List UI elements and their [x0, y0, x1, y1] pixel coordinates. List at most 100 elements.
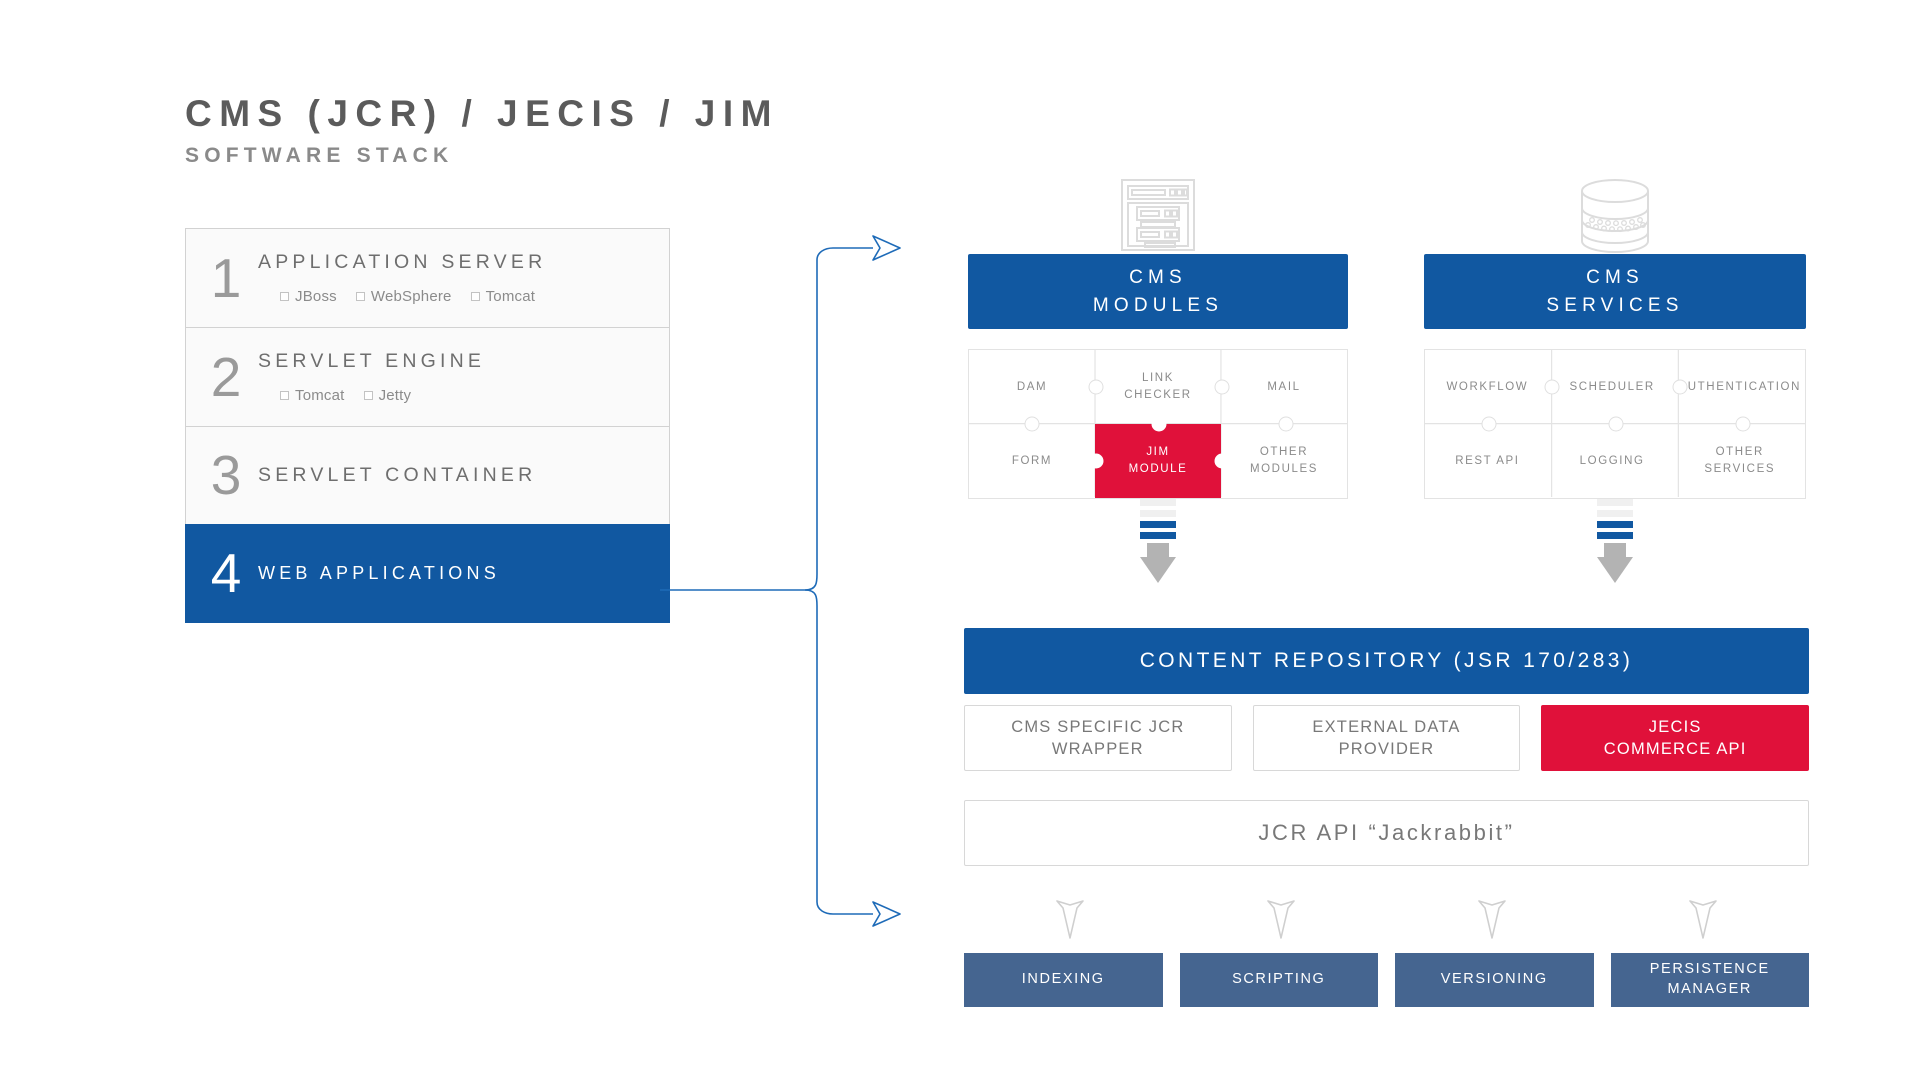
stack-item-options: Tomcat Jetty [258, 387, 659, 404]
stack-item-label: SERVLET CONTAINER [258, 464, 537, 486]
service-cell-scheduler[interactable]: SCHEDULER [1550, 350, 1675, 424]
module-cell-mail[interactable]: MAIL [1221, 350, 1347, 424]
checkbox-icon[interactable] [355, 292, 365, 301]
service-cell-rest-api[interactable]: REST API [1425, 424, 1550, 498]
content-repository-bar: CONTENT REPOSITORY (JSR 170/283) [964, 628, 1809, 694]
stack-item-servlet-container[interactable]: 3 SERVLET CONTAINER [185, 426, 670, 524]
option-jetty[interactable]: Jetty [363, 387, 412, 404]
bottom-box-label: PERSISTENCE MANAGER [1649, 961, 1770, 997]
server-rack-icon [1113, 178, 1203, 257]
service-cell-authentication[interactable]: AUTHENTICATION [1675, 350, 1806, 424]
checkbox-icon[interactable] [363, 391, 373, 400]
cell-label: LINK CHECKER [1124, 372, 1192, 401]
chevron-down-outline-icon [1478, 900, 1506, 939]
checkbox-icon[interactable] [280, 391, 289, 400]
module-cell-dam[interactable]: DAM [969, 350, 1095, 424]
option-jboss[interactable]: JBoss [280, 288, 337, 305]
checkbox-icon[interactable] [280, 292, 289, 301]
option-websphere[interactable]: WebSphere [355, 288, 452, 305]
bottom-box-scripting[interactable]: SCRIPTING [1179, 953, 1378, 1007]
module-cell-jim-module[interactable]: JIM MODULE [1095, 424, 1221, 498]
cell-label: REST API [1455, 454, 1520, 467]
modules-grid: DAM LINK CHECKER MAIL FORM JIM MODULE OTHE… [968, 349, 1348, 499]
stack-item-application-server[interactable]: 1 APPLICATION SERVER JBoss WebSphere Tom… [185, 228, 670, 327]
title-subtitle: SOFTWARE STACK [185, 144, 454, 167]
panel-title-line2: SERVICES [1546, 294, 1684, 316]
chevron-down-outline-icon [1055, 900, 1084, 939]
option-label: Jetty [378, 387, 412, 404]
option-label: JBoss [295, 288, 337, 305]
repo-box-external-data-provider[interactable]: EXTERNAL DATA PROVIDER [1252, 705, 1521, 771]
stack-item-web-applications[interactable]: 4 WEB APPLICATIONS [185, 524, 670, 623]
option-label: Tomcat [295, 387, 345, 404]
service-cell-other-services[interactable]: OTHER SERVICES [1675, 424, 1806, 498]
stack-item-body: WEB APPLICATIONS [258, 563, 669, 584]
stack-item-number: 4 [210, 542, 242, 604]
panel-cms-modules: CMS MODULES DAM LINK CHECKER MAIL FORM JI… [968, 179, 1348, 583]
cell-label: AUTHENTICATION [1678, 380, 1801, 393]
chevron-down-outline-icon [1689, 900, 1718, 939]
bottom-box-versioning[interactable]: VERSIONING [1395, 953, 1594, 1007]
stack-item-servlet-engine[interactable]: 2 SERVLET ENGINE Tomcat Jetty [185, 327, 670, 426]
stack-item-number: 2 [210, 345, 242, 408]
chevron-cell [1598, 898, 1809, 940]
title-main: CMS (JCR) / JECIS / JIM [185, 93, 779, 134]
cell-label: LOGGING [1579, 454, 1645, 467]
flow-arrow-down-icon [1597, 499, 1633, 583]
option-label: Tomcat [485, 288, 536, 305]
cell-label: JIM MODULE [1128, 446, 1188, 475]
cell-label: WORKFLOW [1446, 380, 1529, 393]
jcr-api-bar: JCR API “Jackrabbit” [964, 800, 1809, 866]
panel-title-line2: MODULES [1092, 294, 1224, 316]
bottom-box-indexing[interactable]: INDEXING [964, 953, 1163, 1007]
service-cell-workflow[interactable]: WORKFLOW [1425, 350, 1550, 424]
panel-cms-services: CMS SERVICES WORKFLOW SCHEDULER AUTHENTI… [1424, 179, 1806, 583]
module-cell-other-modules[interactable]: OTHER MODULES [1221, 424, 1347, 498]
bottom-box-label: INDEXING [1021, 971, 1105, 988]
module-cell-link-checker[interactable]: LINK CHECKER [1095, 350, 1221, 424]
cell-label: MAIL [1267, 380, 1301, 393]
chevron-down-outline-icon [1267, 900, 1295, 939]
page-title: CMS (JCR) / JECIS / JIM SOFTWARE STACK [185, 95, 779, 166]
cell-label: OTHER SERVICES [1704, 446, 1776, 475]
repo-box-label: JECIS COMMERCE API [1603, 717, 1747, 758]
chevron-cell [1387, 898, 1598, 940]
stack-item-body: SERVLET ENGINE Tomcat Jetty [258, 350, 669, 404]
checkbox-icon[interactable] [470, 292, 480, 301]
option-tomcat[interactable]: Tomcat [280, 387, 345, 404]
module-cell-form[interactable]: FORM [969, 424, 1095, 498]
cell-label: DAM [1016, 380, 1048, 393]
stack-item-options: JBoss WebSphere Tomcat [258, 288, 659, 305]
repo-box-jecis-commerce-api[interactable]: JECIS COMMERCE API [1541, 705, 1810, 771]
option-tomcat[interactable]: Tomcat [470, 288, 536, 305]
bottom-box-row: INDEXING SCRIPTING VERSIONING PERSISTENC… [964, 953, 1809, 1007]
panel-header-cms-services: CMS SERVICES [1424, 254, 1806, 329]
panel-title-line1: CMS [1586, 266, 1644, 288]
stack-item-body: APPLICATION SERVER JBoss WebSphere Tomca… [258, 251, 669, 305]
cell-label: FORM [1011, 454, 1053, 467]
stack-item-label: APPLICATION SERVER [258, 251, 547, 273]
repository-box-row: CMS SPECIFIC JCR WRAPPER EXTERNAL DATA PRO… [964, 705, 1810, 771]
bottom-chevron-row [964, 898, 1809, 940]
stack-item-number: 3 [210, 444, 242, 506]
database-cylinder-icon [1572, 178, 1658, 259]
stack-item-label: SERVLET ENGINE [258, 350, 486, 372]
bottom-box-label: SCRIPTING [1232, 971, 1326, 988]
bottom-box-label: VERSIONING [1440, 971, 1548, 988]
services-grid: WORKFLOW SCHEDULER AUTHENTICATION REST A… [1424, 349, 1806, 499]
cell-label: OTHER MODULES [1249, 446, 1319, 475]
bottom-box-persistence-manager[interactable]: PERSISTENCE MANAGER [1610, 953, 1809, 1007]
repo-box-label: EXTERNAL DATA PROVIDER [1312, 717, 1461, 758]
flow-arrow-down-icon [1140, 499, 1176, 583]
repo-box-label: CMS SPECIFIC JCR WRAPPER [1011, 717, 1185, 758]
chevron-cell [964, 898, 1175, 940]
stack-item-body: SERVLET CONTAINER [258, 464, 669, 487]
cell-label: SCHEDULER [1569, 380, 1655, 393]
chevron-cell [1175, 898, 1386, 940]
service-cell-logging[interactable]: LOGGING [1550, 424, 1675, 498]
arrowhead-bottom-icon [872, 901, 901, 927]
panel-title-line1: CMS [1129, 266, 1187, 288]
stack-item-label: WEB APPLICATIONS [258, 563, 500, 583]
repo-box-cms-specific-jcr-wrapper[interactable]: CMS SPECIFIC JCR WRAPPER [964, 705, 1232, 771]
stack-item-number: 1 [210, 246, 242, 309]
